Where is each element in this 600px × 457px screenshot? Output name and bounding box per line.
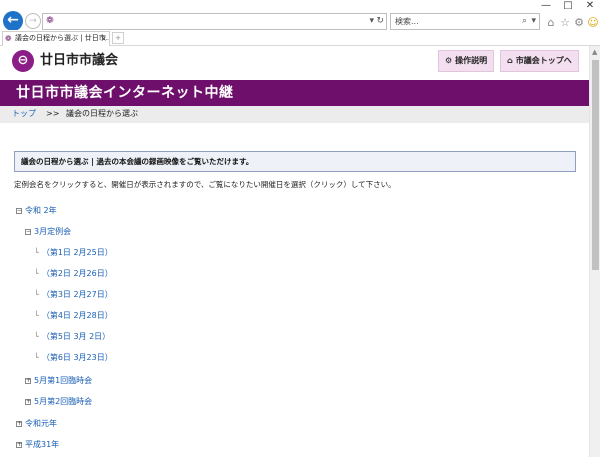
council-top-button[interactable]: ⌂ 市議会トップへ <box>500 50 579 72</box>
tree-day-label: （第3日 2月27日） <box>41 290 113 299</box>
tree-day-label: （第6日 3月23日） <box>41 353 113 362</box>
home-icon: ⌂ <box>507 56 513 65</box>
tree-branch-icon: └ <box>34 290 39 299</box>
collapse-toggle-icon[interactable]: − <box>16 208 22 214</box>
expand-toggle-icon[interactable]: + <box>25 378 31 384</box>
help-button-label: 操作説明 <box>455 56 488 65</box>
home-icon[interactable]: ⌂ <box>545 17 557 29</box>
address-dropdown-icon[interactable]: ▾ <box>369 15 374 28</box>
tree-branch-icon: └ <box>34 353 39 362</box>
feedback-smiley-icon[interactable]: ☺ <box>587 17 599 29</box>
tree-day-link[interactable]: └ （第3日 2月27日） <box>34 289 113 301</box>
tree-day-label: （第4日 2月28日） <box>41 311 113 320</box>
tree-year-label: 平成31年 <box>25 440 60 449</box>
tree-year-reiwa1[interactable]: + 令和元年 <box>16 418 57 430</box>
search-dropdown-icon[interactable]: ▾ <box>531 14 536 29</box>
collapse-toggle-icon[interactable]: − <box>25 229 31 235</box>
tree-session-label: 5月第2回臨時会 <box>34 397 93 406</box>
tree-year-heisei31[interactable]: + 平成31年 <box>16 439 59 451</box>
tree-day-link[interactable]: └ （第2日 2月26日） <box>34 268 113 280</box>
tree-day-label: （第2日 2月26日） <box>41 269 113 278</box>
search-input[interactable]: 検索... ⌕ ▾ <box>390 13 540 30</box>
breadcrumb-separator: >> <box>46 109 60 118</box>
favorites-star-icon[interactable]: ☆ <box>559 17 571 29</box>
tree-branch-icon: └ <box>34 248 39 257</box>
tree-day-label: （第1日 2月25日） <box>41 248 113 257</box>
scroll-up-arrow-icon[interactable]: ▲ <box>592 48 597 56</box>
expand-toggle-icon[interactable]: + <box>16 421 22 427</box>
tree-session-may1[interactable]: +5月第1回臨時会 <box>25 375 92 387</box>
notice-box: 議会の日程から選ぶ | 過去の本会議の録画映像をご覧いただけます。 <box>14 151 576 172</box>
council-top-button-label: 市議会トップへ <box>515 56 572 65</box>
site-favicon-icon: ❁ <box>46 16 54 26</box>
tree-branch-icon: └ <box>34 269 39 278</box>
tree-day-link[interactable]: └ （第6日 3月23日） <box>34 352 113 364</box>
search-placeholder: 検索... <box>395 17 419 26</box>
tab-title: 議会の日程から選ぶ | 廿日市... <box>15 34 110 42</box>
refresh-icon[interactable]: ↻ <box>376 15 384 28</box>
help-button[interactable]: ⚙ 操作説明 <box>438 50 495 72</box>
tab-bar: ❁ 議会の日程から選ぶ | 廿日市... × + <box>0 30 600 46</box>
settings-gear-icon[interactable]: ⚙ <box>573 17 585 29</box>
search-icon[interactable]: ⌕ <box>522 14 527 29</box>
expand-toggle-icon[interactable]: + <box>16 442 22 448</box>
breadcrumb-home-link[interactable]: トップ <box>12 108 36 120</box>
tree-session-label: 3月定例会 <box>34 227 72 236</box>
tab-favicon-icon: ❁ <box>5 34 12 43</box>
breadcrumb-current: 議会の日程から選ぶ <box>66 109 138 118</box>
vertical-scrollbar[interactable]: ▲ <box>589 46 600 457</box>
site-name[interactable]: 廿日市市議会 <box>40 51 118 71</box>
expand-toggle-icon[interactable]: + <box>25 399 31 405</box>
back-button[interactable]: ← <box>3 11 23 31</box>
address-bar[interactable]: ❁ ▾ ↻ <box>42 13 387 30</box>
forward-button[interactable]: → <box>25 13 41 29</box>
tree-day-link[interactable]: └ （第4日 2月28日） <box>34 310 113 322</box>
tree-day-label: （第5日 3月 2日） <box>41 332 111 341</box>
tree-session-may2[interactable]: +5月第2回臨時会 <box>25 396 92 408</box>
page-content: ⊖ 廿日市市議会 ⚙ 操作説明 ⌂ 市議会トップへ 廿日市市議会インターネット中継 … <box>0 46 589 457</box>
tree-day-link[interactable]: └ （第5日 3月 2日） <box>34 331 110 343</box>
tree-year-reiwa2[interactable]: − 令和 2年 <box>16 205 57 217</box>
breadcrumb: トップ >> 議会の日程から選ぶ <box>0 106 589 123</box>
instructions-text: 定例会名をクリックすると、開催日が表示されますので、ご覧になりたい開催日を選択（… <box>14 180 396 189</box>
tree-year-label: 令和 2年 <box>25 206 57 215</box>
gear-icon: ⚙ <box>445 56 453 65</box>
banner-title: 廿日市市議会インターネット中継 <box>16 85 234 101</box>
tab-current[interactable]: ❁ 議会の日程から選ぶ | 廿日市... × <box>2 31 110 46</box>
tree-session-march[interactable]: −3月定例会 <box>25 226 71 238</box>
new-tab-button[interactable]: + <box>112 32 124 44</box>
browser-window: { "browser": { "back_glyph": "←", "forwa… <box>0 0 600 457</box>
site-header: ⊖ 廿日市市議会 ⚙ 操作説明 ⌂ 市議会トップへ <box>0 46 589 80</box>
page-banner: 廿日市市議会インターネット中継 <box>0 80 589 106</box>
tab-close-icon[interactable]: × <box>100 32 107 45</box>
scroll-thumb[interactable] <box>592 60 599 270</box>
tree-branch-icon: └ <box>34 332 39 341</box>
tree-year-label: 令和元年 <box>25 419 57 428</box>
notice-text: 議会の日程から選ぶ | 過去の本会議の録画映像をご覧いただけます。 <box>21 157 254 166</box>
city-logo-icon[interactable]: ⊖ <box>12 50 34 72</box>
tree-day-link[interactable]: └ （第1日 2月25日） <box>34 247 113 259</box>
tree-session-label: 5月第1回臨時会 <box>34 376 93 385</box>
tree-branch-icon: └ <box>34 311 39 320</box>
